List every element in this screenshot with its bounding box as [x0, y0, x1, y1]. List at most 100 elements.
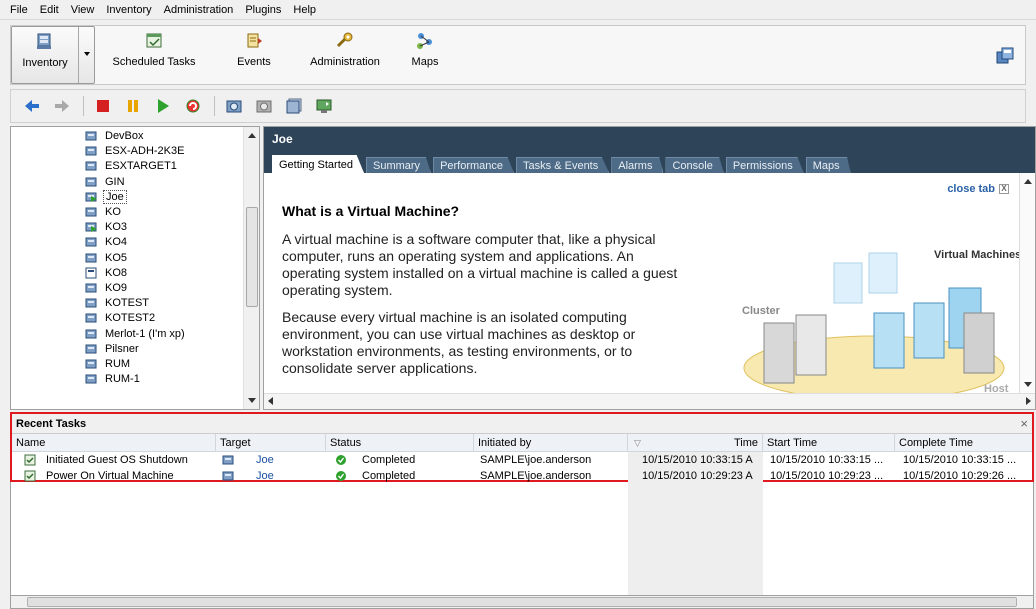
suspend-button[interactable]	[122, 95, 144, 117]
virtual-machine-icon	[85, 177, 97, 187]
tree-item-label: RUM-1	[105, 373, 140, 386]
snapshot-manager-button[interactable]	[283, 95, 305, 117]
menu-view[interactable]: View	[65, 0, 101, 20]
virtual-machine-icon	[222, 471, 234, 481]
tasks-table-header: Name Target Status Initiated by ▽ Time S…	[12, 434, 1032, 452]
tree-item[interactable]: KO5	[85, 251, 129, 265]
tab-performance[interactable]: Performance	[433, 157, 515, 173]
forward-button[interactable]	[51, 95, 73, 117]
scroll-thumb[interactable]	[27, 597, 1017, 607]
recent-tasks-title-label: Recent Tasks	[16, 418, 87, 430]
back-button[interactable]	[21, 95, 43, 117]
close-icon[interactable]: ×	[1020, 414, 1028, 434]
tree-item[interactable]: KOTEST2	[85, 311, 157, 325]
power-off-button[interactable]	[92, 95, 114, 117]
virtual-machine-icon	[85, 329, 97, 339]
task-complete-time: 10/15/2010 10:33:15 ...	[903, 454, 1017, 466]
menu-administration[interactable]: Administration	[158, 0, 240, 20]
tree-item[interactable]: KO9	[85, 281, 129, 295]
column-header-initiated-by[interactable]: Initiated by	[474, 434, 628, 452]
detail-vertical-scrollbar[interactable]	[1019, 173, 1035, 393]
tab-console[interactable]: Console	[665, 157, 724, 173]
scroll-thumb[interactable]	[246, 207, 258, 307]
console-button[interactable]	[313, 95, 335, 117]
tree-item[interactable]: Joe	[85, 189, 127, 204]
tree-vertical-scrollbar[interactable]	[243, 127, 259, 409]
tree-item[interactable]: GIN	[85, 175, 127, 189]
inventory-label: Inventory	[22, 57, 68, 69]
power-on-button[interactable]	[152, 95, 174, 117]
snapshot-button[interactable]	[223, 95, 245, 117]
maps-button[interactable]: Maps	[405, 26, 445, 84]
virtual-machine-icon	[85, 207, 97, 217]
tree-item[interactable]: KO4	[85, 235, 129, 249]
tree-item[interactable]: RUM-1	[85, 372, 142, 386]
scroll-down-icon[interactable]	[248, 398, 256, 403]
tab-summary[interactable]: Summary	[366, 157, 432, 173]
table-row[interactable]: Initiated Guest OS Shutdown Joe Completed S…	[12, 452, 1032, 468]
column-header-status[interactable]: Status	[326, 434, 474, 452]
column-header-time[interactable]: ▽ Time	[628, 434, 763, 452]
column-header-name[interactable]: Name	[12, 434, 216, 452]
tree-item[interactable]: KO3	[85, 220, 129, 234]
task-start-time: 10/15/2010 10:33:15 ...	[770, 454, 884, 466]
scroll-right-icon[interactable]	[1026, 397, 1031, 405]
check-icon	[336, 471, 346, 481]
check-icon	[336, 455, 346, 465]
tab-permissions[interactable]: Permissions	[725, 157, 804, 173]
tree-item-label: KO5	[105, 251, 128, 264]
arrow-right-icon	[55, 100, 69, 112]
navigation-toolbar: Inventory Scheduled Tasks Events Adminis…	[10, 25, 1026, 85]
tree-item[interactable]: Pilsner	[85, 342, 141, 356]
tree-item-label: KOTEST	[105, 297, 150, 310]
close-icon[interactable]: X	[999, 184, 1009, 194]
task-target-link[interactable]: Joe	[256, 452, 316, 468]
inventory-button[interactable]: Inventory	[11, 26, 95, 84]
scroll-down-icon[interactable]	[1024, 382, 1032, 387]
recent-tasks-title: Recent Tasks ×	[12, 414, 1032, 434]
detail-title: Joe	[272, 132, 293, 146]
menu-file[interactable]: File	[4, 0, 34, 20]
reset-button[interactable]	[182, 95, 204, 117]
tree-item[interactable]: KO8	[85, 266, 129, 280]
recent-tasks-panel: Recent Tasks × Name Target Status Initia…	[10, 412, 1034, 486]
scheduled-tasks-button[interactable]: Scheduled Tasks	[109, 26, 199, 84]
getting-started-paragraph-2: Because every virtual machine is an isol…	[282, 309, 636, 376]
tab-strip: Getting Started Summary Performance Task…	[272, 155, 853, 173]
menu-plugins[interactable]: Plugins	[239, 0, 287, 20]
virtual-machine-icon	[85, 283, 97, 293]
scroll-up-icon[interactable]	[248, 133, 256, 138]
detail-header: Joe Getting Started Summary Performance …	[264, 127, 1035, 173]
sorted-column-highlight	[628, 482, 763, 595]
scroll-up-icon[interactable]	[1024, 179, 1032, 184]
revert-snapshot-button[interactable]	[253, 95, 275, 117]
tree-item[interactable]: ESXTARGET1	[85, 159, 179, 173]
console-icon	[316, 99, 332, 113]
tree-item[interactable]: Merlot-1 (I'm xp)	[85, 327, 187, 341]
vm-diagram-icon	[743, 252, 1005, 401]
tab-maps[interactable]: Maps	[805, 157, 851, 173]
column-header-start-time[interactable]: Start Time	[763, 434, 895, 452]
menu-inventory[interactable]: Inventory	[100, 0, 157, 20]
menu-edit[interactable]: Edit	[34, 0, 65, 20]
scroll-left-icon[interactable]	[268, 397, 273, 405]
tree-item[interactable]: RUM	[85, 357, 132, 371]
events-button[interactable]: Events	[229, 26, 279, 84]
close-tab-link[interactable]: close tab X	[947, 183, 1009, 195]
detail-horizontal-scrollbar[interactable]	[264, 393, 1035, 409]
tree-item[interactable]: KOTEST	[85, 296, 151, 310]
tree-item[interactable]: DevBox	[85, 129, 146, 143]
tab-getting-started[interactable]: Getting Started	[272, 155, 364, 173]
tree-item[interactable]: ESX-ADH-2K3E	[85, 144, 186, 158]
inventory-tree[interactable]: DevBox ESX-ADH-2K3E ESXTARGET1 GIN Joe KO KO3 K…	[10, 126, 260, 410]
tree-item[interactable]: KO	[85, 205, 123, 219]
tasks-horizontal-scrollbar[interactable]	[10, 595, 1034, 609]
administration-button[interactable]: Administration	[305, 26, 385, 84]
tree-item-label: ESXTARGET1	[105, 160, 177, 173]
menu-help[interactable]: Help	[287, 0, 322, 20]
tab-alarms[interactable]: Alarms	[611, 157, 664, 173]
column-header-target[interactable]: Target	[216, 434, 326, 452]
column-header-complete-time[interactable]: Complete Time	[895, 434, 1032, 452]
tab-tasks-events[interactable]: Tasks & Events	[516, 157, 610, 173]
chevron-down-icon[interactable]	[84, 52, 90, 56]
